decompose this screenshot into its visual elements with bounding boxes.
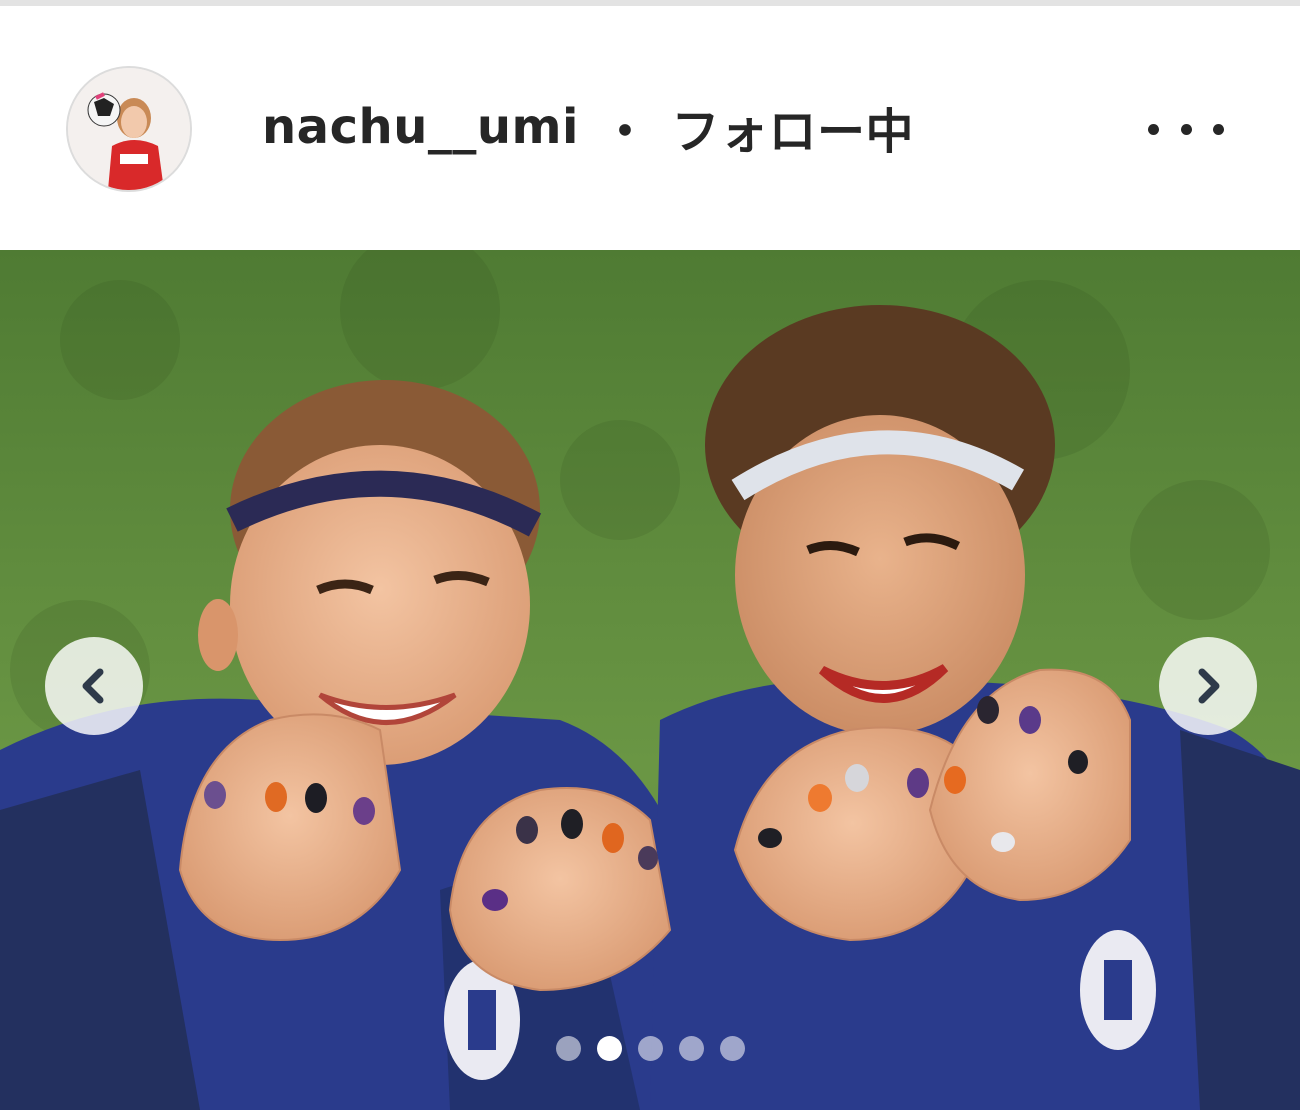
profile-avatar[interactable] [66, 66, 192, 192]
separator-dot: ・ [601, 104, 650, 160]
more-options-icon[interactable] [1148, 106, 1224, 152]
carousel-dot[interactable] [720, 1036, 745, 1061]
chevron-left-icon[interactable] [45, 637, 143, 735]
header-title: nachu__umi ・ フォロー中 [262, 92, 914, 162]
carousel-indicator [556, 1036, 745, 1061]
carousel-dot[interactable] [679, 1036, 704, 1061]
carousel-dot[interactable] [556, 1036, 581, 1061]
follow-status[interactable]: フォロー中 [672, 92, 915, 162]
username-link[interactable]: nachu__umi [262, 99, 579, 155]
more-dot [1213, 123, 1224, 135]
post-image [0, 250, 1300, 1110]
chevron-right-icon[interactable] [1159, 637, 1257, 735]
more-dot [1180, 123, 1192, 135]
more-dot [1148, 123, 1159, 135]
post-header: nachu__umi ・ フォロー中 [0, 6, 1300, 250]
post-photo[interactable] [0, 250, 1300, 1110]
carousel-dot-active[interactable] [597, 1036, 622, 1061]
carousel-dot[interactable] [638, 1036, 663, 1061]
